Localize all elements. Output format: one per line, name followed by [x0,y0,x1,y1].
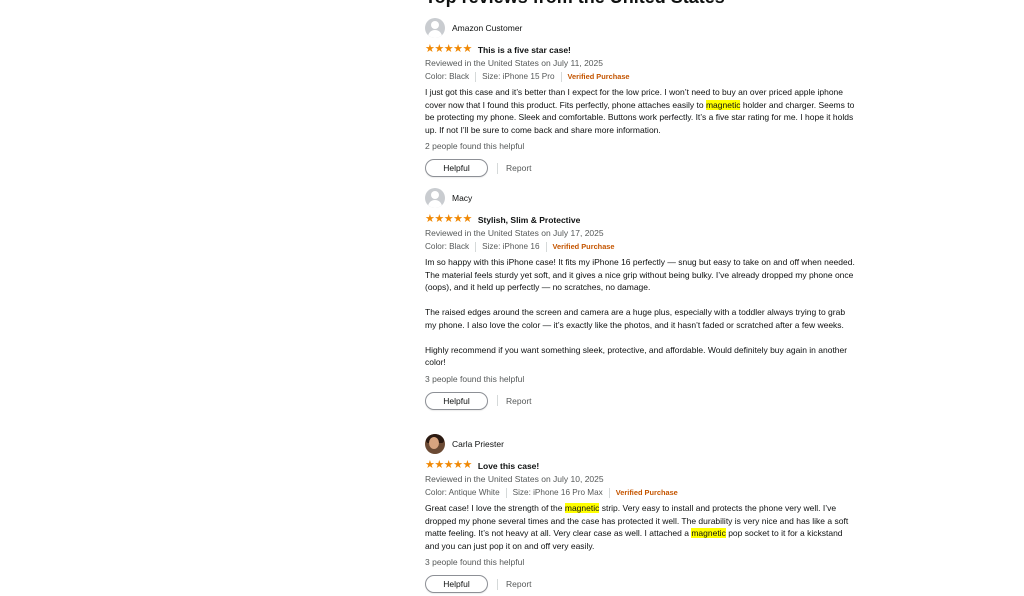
variant-size[interactable]: Size: iPhone 16 Pro Max [513,487,603,498]
helpful-count: 3 people found this helpful [425,373,525,384]
section-title: Top reviews from the United States [425,0,725,8]
review-body: Im so happy with this iPhone case! It fi… [425,256,855,369]
divider [475,241,477,252]
review-date: Reviewed in the United States on July 17… [425,228,604,238]
profile-photo-avatar [425,434,445,454]
product-variant-info: Color: Black Size: iPhone 15 Pro Verifie… [425,71,855,82]
star-rating-icon[interactable]: ★★★★★ [425,214,472,225]
helpful-button[interactable]: Helpful [425,159,488,178]
helpful-button[interactable]: Helpful [425,391,488,410]
reviewer-profile[interactable]: Carla Priester [425,434,855,454]
divider [497,578,498,590]
review-title[interactable]: Love this case! [478,461,539,471]
review-card: Amazon Customer ★★★★★ This is a five sta… [425,18,855,178]
review-date: Reviewed in the United States on July 10… [425,474,604,484]
search-highlight: magnetic [705,99,741,110]
variant-color[interactable]: Color: Antique White [425,487,500,498]
divider [608,487,610,498]
verified-purchase-badge[interactable]: Verified Purchase [616,487,678,498]
report-link[interactable]: Report [506,579,532,589]
review-card: Carla Priester ★★★★★ Love this case! Rev… [425,434,855,594]
verified-purchase-badge[interactable]: Verified Purchase [568,71,630,82]
divider [497,162,498,174]
divider [497,395,498,407]
product-variant-info: Color: Black Size: iPhone 16 Verified Pu… [425,241,855,252]
review-paragraph: The raised edges around the screen and c… [425,307,846,330]
review-date: Reviewed in the United States on July 11… [425,58,603,68]
variant-size[interactable]: Size: iPhone 15 Pro [482,71,554,82]
variant-size[interactable]: Size: iPhone 16 [482,241,539,252]
helpful-button[interactable]: Helpful [425,575,488,594]
verified-purchase-badge[interactable]: Verified Purchase [553,241,615,252]
helpful-count: 3 people found this helpful [425,557,525,568]
review-text: Great case! I love the strength of the [425,503,565,513]
search-highlight: magnetic [564,503,600,513]
reviewer-name[interactable]: Amazon Customer [452,23,522,33]
divider [505,487,507,498]
default-avatar-icon [425,188,445,208]
review-paragraph: Highly recommend if you want something s… [425,344,848,368]
review-title[interactable]: This is a five star case! [478,45,571,55]
reviewer-profile[interactable]: Amazon Customer [425,18,855,38]
report-link[interactable]: Report [506,396,532,406]
variant-color[interactable]: Color: Black [425,241,469,252]
divider [475,71,477,82]
review-body: Great case! I love the strength of the m… [425,502,855,552]
review-body: I just got this case and it’s better tha… [425,86,855,136]
product-variant-info: Color: Antique White Size: iPhone 16 Pro… [425,487,855,498]
divider [560,71,562,82]
helpful-count: 2 people found this helpful [425,141,525,152]
default-avatar-icon [425,18,445,38]
review-paragraph: Im so happy with this iPhone case! It fi… [425,257,855,293]
star-rating-icon[interactable]: ★★★★★ [425,44,472,55]
review-title[interactable]: Stylish, Slim & Protective [478,215,581,225]
variant-color[interactable]: Color: Black [425,71,469,82]
reviewer-name[interactable]: Macy [452,193,472,203]
search-highlight: magnetic [691,528,726,539]
report-link[interactable]: Report [506,163,532,173]
reviewer-profile[interactable]: Macy [425,188,855,208]
review-card: Macy ★★★★★ Stylish, Slim & Protective Re… [425,188,855,410]
reviewer-name[interactable]: Carla Priester [452,439,504,449]
divider [545,241,547,252]
star-rating-icon[interactable]: ★★★★★ [425,460,472,471]
